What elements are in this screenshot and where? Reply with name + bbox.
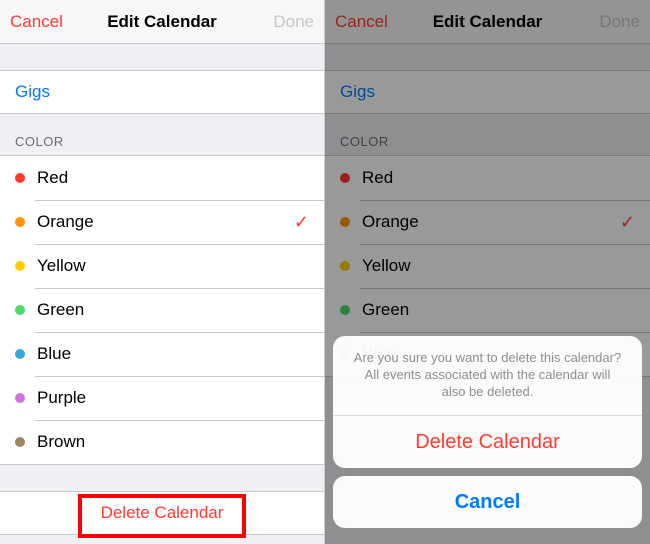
color-dot-icon (15, 393, 25, 403)
color-option-label: Orange (37, 212, 94, 232)
color-dot-icon (15, 437, 25, 447)
color-option-label: Blue (37, 344, 71, 364)
checkmark-icon: ✓ (294, 212, 309, 233)
color-dot-icon (15, 349, 25, 359)
color-option-label: Brown (37, 432, 85, 452)
calendar-name-field[interactable]: Gigs (0, 70, 324, 114)
color-option-label: Yellow (37, 256, 86, 276)
color-dot-icon (15, 305, 25, 315)
action-sheet-cancel-button[interactable]: Cancel (333, 476, 642, 528)
color-option-purple[interactable]: Purple (0, 376, 324, 420)
color-option-brown[interactable]: Brown (0, 420, 324, 464)
color-option-red[interactable]: Red (0, 156, 324, 200)
screen-delete-confirm: Cancel Edit Calendar Done Gigs COLOR Red… (325, 0, 650, 544)
navbar-title: Edit Calendar (80, 12, 244, 32)
color-option-label: Green (37, 300, 84, 320)
color-option-blue[interactable]: Blue (0, 332, 324, 376)
color-dot-icon (15, 173, 25, 183)
screen-edit-calendar: Cancel Edit Calendar Done Gigs COLOR Red… (0, 0, 325, 544)
color-option-yellow[interactable]: Yellow (0, 244, 324, 288)
color-section-header: COLOR (0, 114, 324, 155)
color-option-label: Purple (37, 388, 86, 408)
navbar: Cancel Edit Calendar Done (0, 0, 324, 44)
delete-calendar-button[interactable]: Delete Calendar (0, 491, 324, 535)
confirm-delete-button[interactable]: Delete Calendar (333, 416, 642, 468)
color-dot-icon (15, 261, 25, 271)
color-list: Red Orange ✓ Yellow Green Blue Purple Brown (0, 155, 324, 465)
calendar-name-value: Gigs (15, 82, 50, 102)
action-sheet: Are you sure you want to delete this cal… (333, 336, 642, 536)
delete-calendar-label: Delete Calendar (101, 503, 224, 523)
color-option-orange[interactable]: Orange ✓ (0, 200, 324, 244)
action-sheet-message: Are you sure you want to delete this cal… (333, 336, 642, 416)
color-option-label: Red (37, 168, 68, 188)
cancel-button[interactable]: Cancel (10, 12, 80, 32)
done-button: Done (244, 12, 314, 32)
color-dot-icon (15, 217, 25, 227)
color-option-green[interactable]: Green (0, 288, 324, 332)
